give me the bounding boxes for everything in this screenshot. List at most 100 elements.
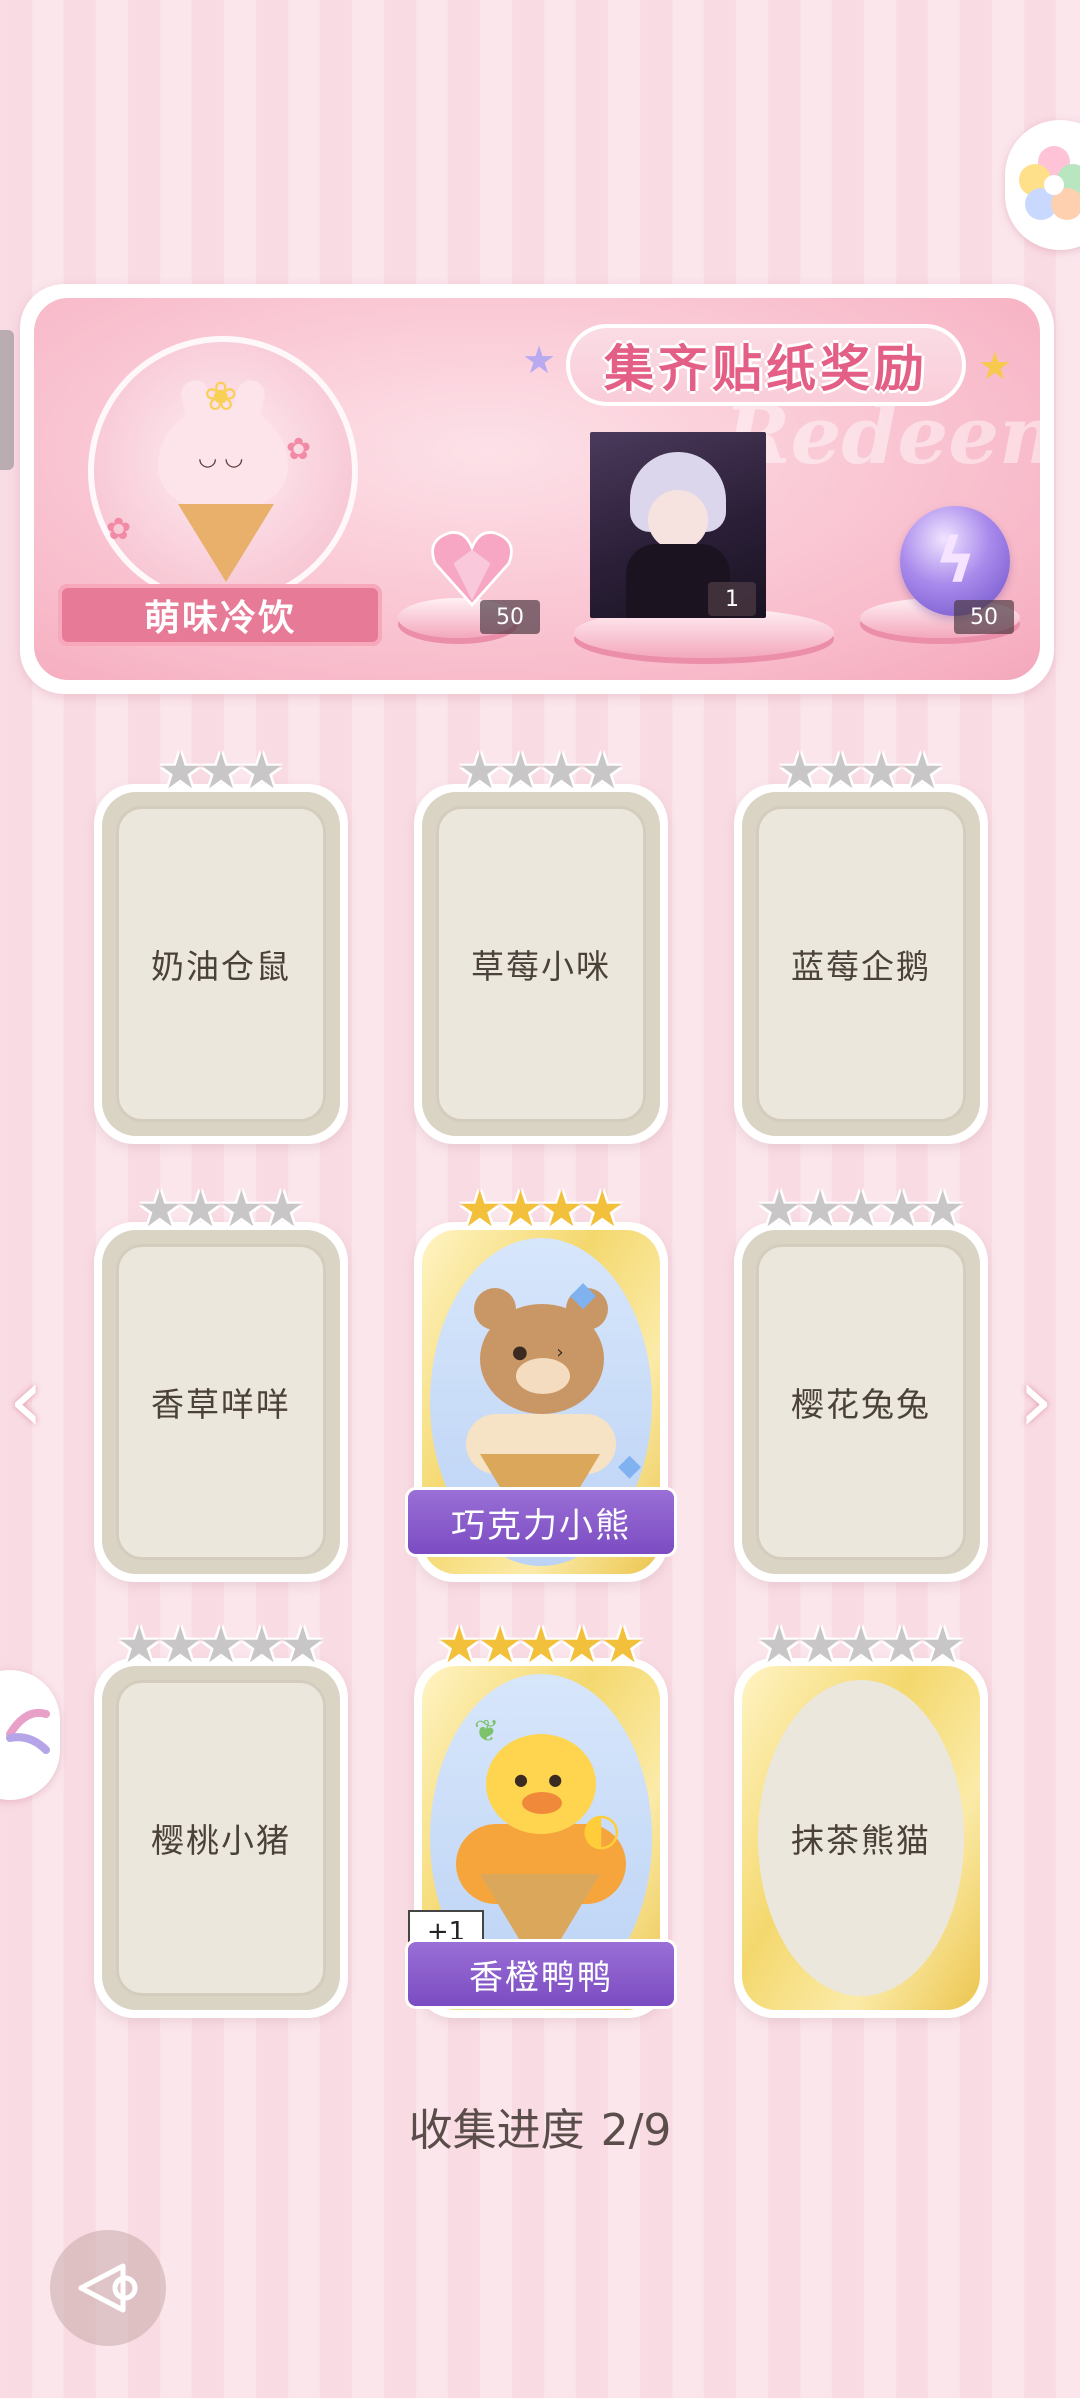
back-arrow-icon	[78, 2263, 138, 2313]
ice-cube-icon: ◆	[618, 1448, 642, 1483]
star-icon: ★	[539, 742, 584, 800]
bear-muzzle	[516, 1358, 570, 1394]
star-rating: ★ ★ ★ ★ ★	[414, 1620, 668, 1670]
theme-ribbon: 萌味冷饮	[58, 584, 382, 646]
star-icon: ★	[879, 1616, 925, 1674]
character-portrait[interactable]: 1	[590, 432, 766, 618]
star-icon: ★	[600, 1616, 646, 1674]
star-icon: ★	[838, 1616, 884, 1674]
star-icon: ★	[157, 1616, 203, 1674]
sparkle-icon: ★	[978, 344, 1013, 388]
star-rating: ★ ★ ★ ★ ★	[734, 1620, 988, 1670]
star-icon: ★	[239, 742, 285, 800]
star-icon: ★	[920, 1616, 966, 1674]
flower-menu-button[interactable]	[1005, 120, 1080, 250]
star-rating: ★ ★ ★ ★ ★	[734, 1184, 988, 1234]
sticker-name: 奶油仓鼠	[151, 947, 291, 986]
bow-icon: ❀	[204, 374, 238, 420]
star-icon: ★	[797, 1616, 843, 1674]
star-rating: ★ ★ ★ ★	[94, 1184, 348, 1234]
sparkle-icon: ★	[522, 338, 557, 382]
star-icon: ★	[477, 1616, 523, 1674]
card-panel: 奶油仓鼠	[116, 806, 326, 1122]
sticker-name: 蓝莓企鹅	[791, 947, 931, 986]
side-menu-button[interactable]	[0, 1670, 60, 1800]
sticker-name: 巧克力小熊	[451, 1505, 631, 1546]
star-icon: ★	[559, 1616, 605, 1674]
ice-cube-icon: ◆	[570, 1274, 597, 1314]
petal-icon	[6, 1709, 50, 1754]
sticker-name: 草莓小咪	[471, 947, 611, 986]
star-icon: ★	[280, 1616, 326, 1674]
card-panel: 蓝莓企鹅	[756, 806, 966, 1122]
sticker-card[interactable]: 蓝莓企鹅	[734, 784, 988, 1144]
sticker-card[interactable]: 香草咩咩	[94, 1222, 348, 1582]
star-icon: ★	[756, 1180, 802, 1238]
duck-beak	[522, 1792, 562, 1814]
star-icon: ★	[859, 742, 904, 800]
sticker-card[interactable]: 抹茶熊猫	[734, 1658, 988, 2018]
star-icon: ★	[838, 1180, 884, 1238]
reward-count: 50	[954, 600, 1014, 634]
star-rating: ★ ★ ★ ★	[734, 746, 988, 796]
banner-background: Redeem ★ ★ 集齐贴纸奖励 ❀ ◡ ◡ ✿ ✿ 萌味冷饮 50	[34, 298, 1040, 680]
sticker-name: 樱花兔兔	[791, 1385, 931, 1424]
card-panel: 樱花兔兔	[756, 1244, 966, 1560]
sticker-name: 香草咩咩	[151, 1385, 291, 1424]
card-panel: 香草咩咩	[116, 1244, 326, 1560]
leaf-icon: ❦	[474, 1714, 500, 1749]
star-rating: ★ ★ ★ ★	[414, 746, 668, 796]
star-icon: ★	[498, 742, 543, 800]
face-icon: ◡ ◡	[198, 446, 244, 471]
reward-count: 50	[480, 600, 540, 634]
flower-icon	[1019, 146, 1080, 220]
theme-label: 萌味冷饮	[143, 597, 296, 639]
left-edge-tab[interactable]	[0, 330, 14, 470]
star-icon: ★	[198, 742, 244, 800]
star-icon: ★	[116, 1616, 162, 1674]
sticker-label-bar: 巧克力小熊	[408, 1490, 674, 1554]
star-icon: ★	[178, 1180, 223, 1238]
flower-decor-icon: ✿	[286, 432, 312, 467]
card-panel: 抹茶熊猫	[758, 1680, 964, 1996]
sticker-card-collected[interactable]: ● ● ◐ ❦ +1 香橙鸭鸭	[408, 1658, 674, 2018]
progress-label: 收集进度	[408, 2105, 585, 2156]
sticker-name: 樱桃小猪	[151, 1821, 291, 1860]
reward-count: 1	[708, 582, 756, 616]
sticker-card[interactable]: 樱桃小猪	[94, 1658, 348, 2018]
star-icon: ★	[436, 1616, 482, 1674]
lightning-icon: ϟ	[935, 524, 976, 597]
portrait-face	[648, 490, 708, 550]
ice-cream-cone	[178, 504, 274, 582]
star-icon: ★	[219, 1180, 264, 1238]
sticker-card[interactable]: 奶油仓鼠	[94, 784, 348, 1144]
card-panel: 草莓小咪	[436, 806, 646, 1122]
star-rating: ★ ★ ★ ★	[414, 1184, 668, 1234]
banner-title-badge: 集齐贴纸奖励	[566, 324, 966, 406]
star-icon: ★	[198, 1616, 244, 1674]
sticker-name: 香橙鸭鸭	[469, 1957, 613, 1998]
star-icon: ★	[899, 742, 945, 800]
star-icon: ★	[239, 1616, 285, 1674]
chevron-left-icon[interactable]: ‹	[8, 1348, 44, 1453]
sticker-card[interactable]: 樱花兔兔	[734, 1222, 988, 1582]
flower-decor-icon: ✿	[106, 512, 132, 547]
card-panel: 樱桃小猪	[116, 1680, 326, 1996]
back-button[interactable]	[50, 2230, 166, 2346]
star-icon: ★	[777, 742, 823, 800]
star-icon: ★	[818, 742, 863, 800]
star-icon: ★	[457, 742, 503, 800]
eyes-icon: ● ›	[512, 1342, 564, 1363]
sticker-card[interactable]: 草莓小咪	[414, 784, 668, 1144]
star-icon: ★	[756, 1616, 802, 1674]
sticker-card-collected[interactable]: ● › ◆ ◆ 巧克力小熊	[408, 1222, 674, 1582]
star-icon: ★	[579, 1180, 625, 1238]
progress-value: 2/9	[600, 2105, 672, 2156]
sticker-label-bar: 香橙鸭鸭	[408, 1942, 674, 2006]
chevron-right-icon[interactable]: ›	[1018, 1348, 1054, 1453]
star-icon: ★	[579, 742, 625, 800]
star-icon: ★	[518, 1616, 564, 1674]
theme-globe[interactable]: ❀ ◡ ◡ ✿ ✿	[88, 336, 358, 606]
star-icon: ★	[539, 1180, 584, 1238]
orange-slice-icon: ◐	[582, 1804, 621, 1855]
